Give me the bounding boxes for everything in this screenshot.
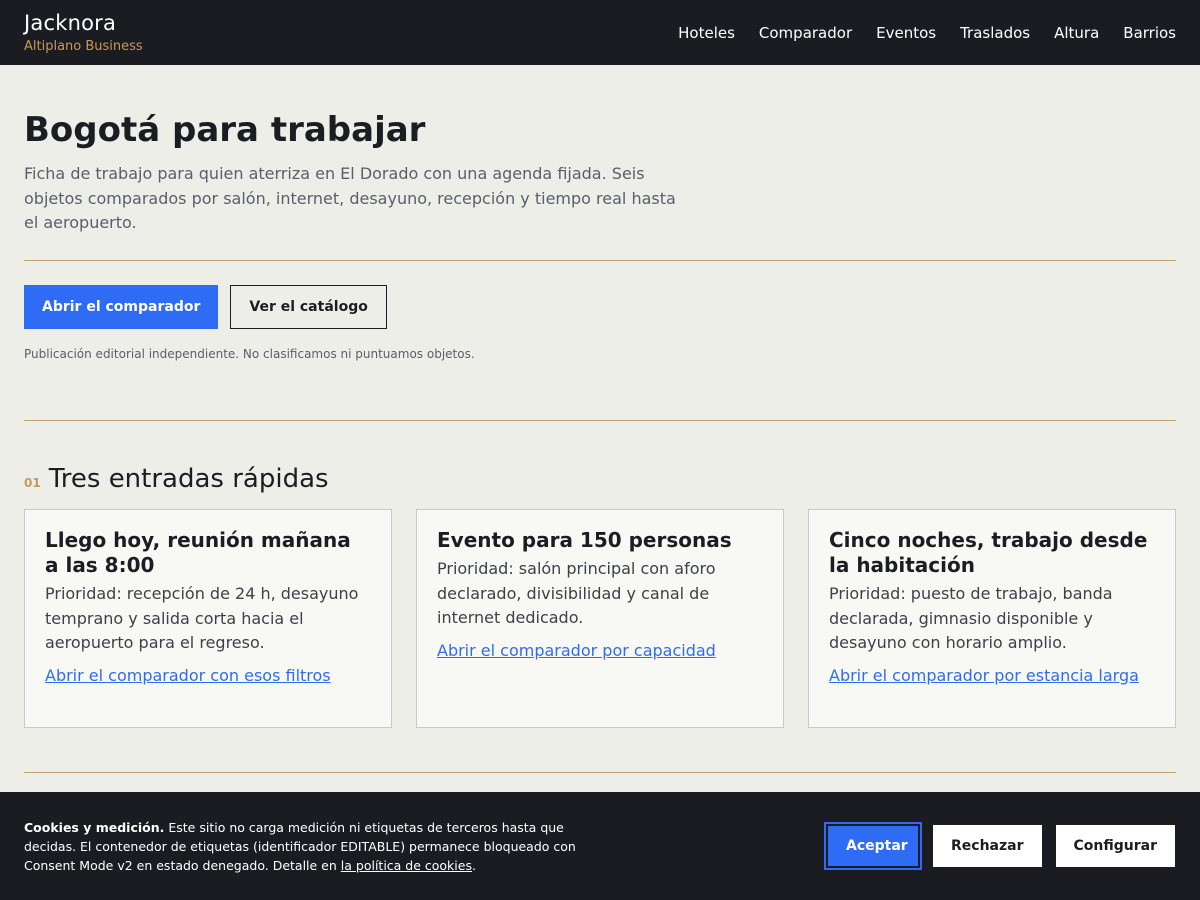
brand-name[interactable]: Jacknora <box>24 10 143 36</box>
nav-link-traslados[interactable]: Traslados <box>960 24 1030 42</box>
page-title: Bogotá para trabajar <box>24 110 426 150</box>
cookie-policy-link[interactable]: la política de cookies <box>341 858 472 873</box>
hero-lead: Ficha de trabajo para quien aterriza en … <box>24 164 676 232</box>
card-link[interactable]: Abrir el comparador por capacidad <box>437 641 716 660</box>
nav-link-comparador[interactable]: Comparador <box>759 24 852 42</box>
main-nav: Hoteles Comparador Eventos Traslados Alt… <box>678 24 1176 42</box>
quick-entry-card: Cinco noches, trabajo desde la habitació… <box>808 509 1176 728</box>
section-number: 01 <box>24 476 41 490</box>
top-bar: Jacknora Altiplano Business Hoteles Comp… <box>0 0 1200 65</box>
quick-entry-cards: Llego hoy, reunión mañana a las 8:00 Pri… <box>24 509 1176 728</box>
card-text: Prioridad: salón principal con aforo dec… <box>437 559 716 627</box>
reject-cookies-button[interactable]: Rechazar <box>932 824 1043 868</box>
cookie-banner: Cookies y medición. Este sitio no carga … <box>0 792 1200 900</box>
brand-tagline: Altiplano Business <box>24 38 143 54</box>
cookie-end: . <box>471 857 476 873</box>
nav-link-barrios[interactable]: Barrios <box>1123 24 1176 42</box>
divider <box>24 260 1176 261</box>
view-catalog-button[interactable]: Ver el catálogo <box>230 285 387 329</box>
hero: Bogotá para trabajar Ficha de trabajo pa… <box>24 108 1176 236</box>
cookie-text: Cookies y medición. Este sitio no carga … <box>24 818 584 875</box>
hero-actions: Abrir el comparador Ver el catálogo <box>24 285 387 329</box>
quick-entry-card: Llego hoy, reunión mañana a las 8:00 Pri… <box>24 509 392 728</box>
nav-link-altura[interactable]: Altura <box>1054 24 1099 42</box>
card-title: Evento para 150 personas <box>437 528 732 552</box>
cookie-heading: Cookies y medición. <box>24 819 165 835</box>
cookie-actions: Aceptar Rechazar Configurar <box>824 822 1176 870</box>
nav-link-eventos[interactable]: Eventos <box>876 24 936 42</box>
editorial-disclaimer: Publicación editorial independiente. No … <box>24 347 475 361</box>
section-heading: 01 Tres entradas rápidas <box>24 464 329 494</box>
card-title: Llego hoy, reunión mañana a las 8:00 <box>45 528 351 577</box>
configure-cookies-button[interactable]: Configurar <box>1054 824 1176 868</box>
card-text: Prioridad: recepción de 24 h, desayuno t… <box>45 584 359 652</box>
card-link[interactable]: Abrir el comparador por estancia larga <box>829 666 1139 685</box>
card-title: Cinco noches, trabajo desde la habitació… <box>829 528 1148 577</box>
brand[interactable]: Jacknora Altiplano Business <box>24 10 143 56</box>
quick-entry-card: Evento para 150 personas Prioridad: saló… <box>416 509 784 728</box>
divider <box>24 420 1176 421</box>
accept-cookies-button[interactable]: Aceptar <box>824 822 923 870</box>
card-text: Prioridad: puesto de trabajo, banda decl… <box>829 584 1113 652</box>
card-link[interactable]: Abrir el comparador con esos filtros <box>45 666 331 685</box>
divider <box>24 772 1176 773</box>
open-comparator-button[interactable]: Abrir el comparador <box>24 285 219 329</box>
nav-link-hoteles[interactable]: Hoteles <box>678 24 735 42</box>
section-title: Tres entradas rápidas <box>48 464 329 494</box>
